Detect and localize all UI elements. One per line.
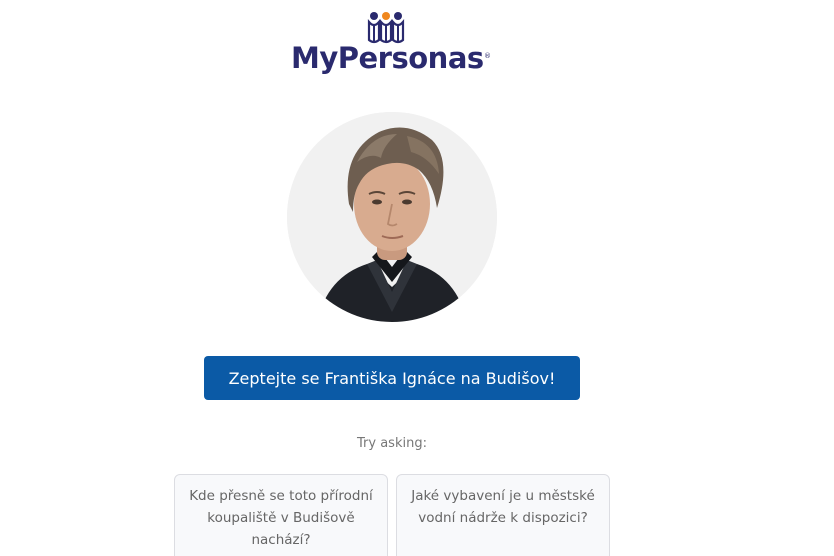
persona-landing-page: MyPersonas ® Zeptejte se Františka Ignác… xyxy=(0,0,834,556)
try-asking-label: Try asking: xyxy=(357,436,427,451)
registered-mark: ® xyxy=(484,52,491,60)
logo-wordmark: MyPersonas xyxy=(291,41,484,75)
suggestion-card[interactable]: Kde přesně se toto přírodní koupaliště v… xyxy=(174,474,388,556)
persona-avatar xyxy=(287,112,497,322)
portrait-photo-icon xyxy=(287,112,497,322)
suggestion-card[interactable]: Jaké vybavení je u městské vodní nádrže … xyxy=(396,474,610,556)
mypersonas-logo[interactable]: MyPersonas ® xyxy=(291,8,501,80)
ask-persona-button[interactable]: Zeptejte se Františka Ignáce na Budišov! xyxy=(204,356,580,400)
